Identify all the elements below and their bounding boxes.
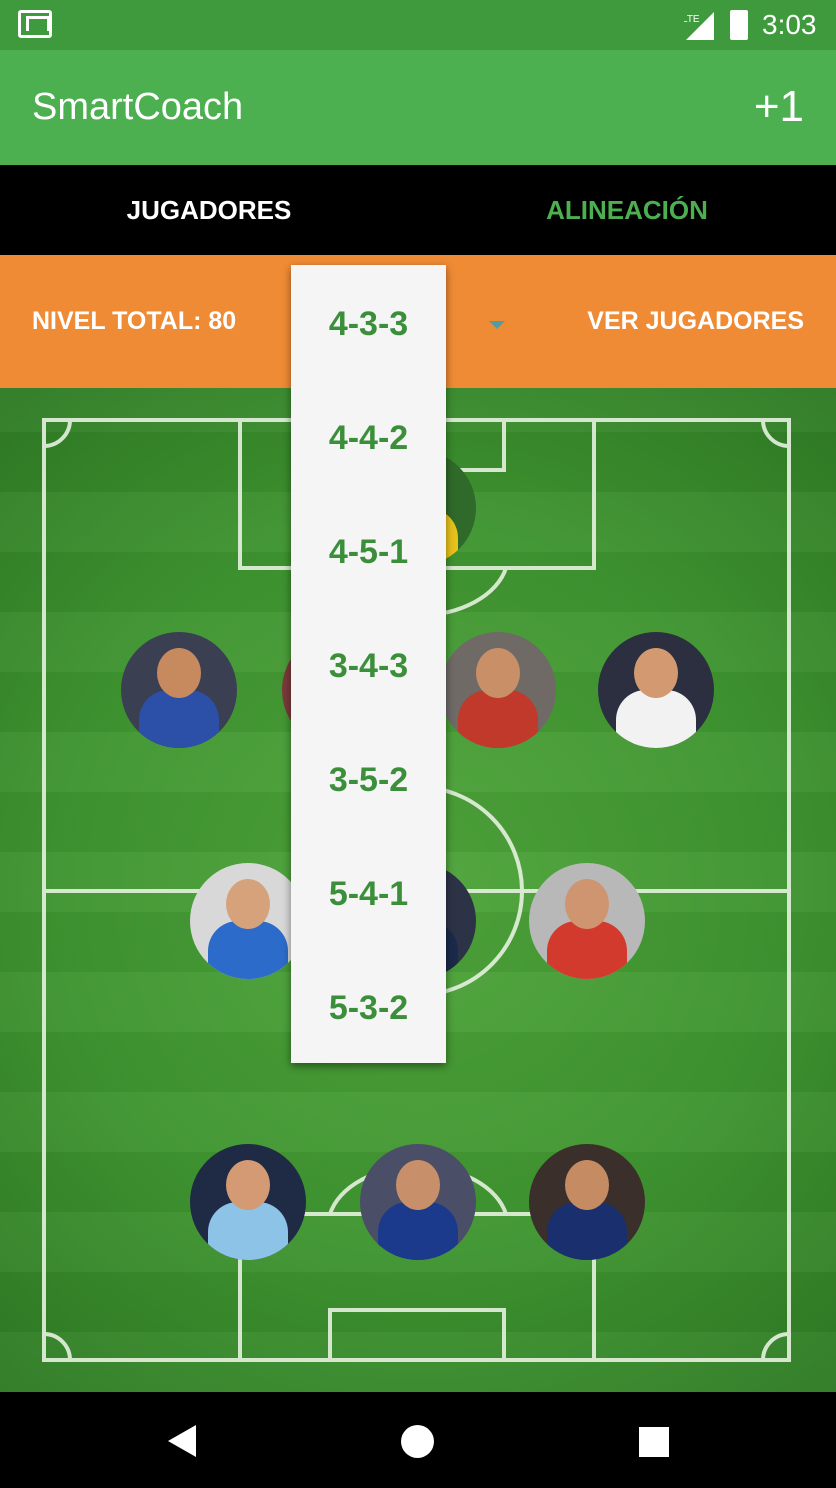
player-defender-1[interactable] (121, 632, 237, 748)
total-level-label: NIVEL TOTAL: 80 (32, 307, 237, 335)
status-bar: LTE 3:03 (0, 0, 836, 50)
face (396, 1160, 440, 1210)
tab-bar: JUGADORES ALINEACIÓN (0, 165, 836, 255)
player-midfielder-3[interactable] (529, 863, 645, 979)
formation-option[interactable]: 4-5-1 (291, 495, 446, 609)
formation-option[interactable]: 4-3-3 (291, 267, 446, 381)
view-players-button[interactable]: VER JUGADORES (587, 307, 804, 336)
face (476, 648, 520, 698)
recent-apps-icon[interactable] (639, 1427, 669, 1457)
jersey (378, 1202, 458, 1260)
jersey (139, 690, 219, 748)
jersey (616, 690, 696, 748)
network-type-label: LTE (684, 14, 700, 25)
home-icon[interactable] (401, 1425, 434, 1458)
dropdown-arrow-icon[interactable] (489, 321, 505, 329)
jersey (547, 921, 627, 979)
app-bar: SmartCoach +1 (0, 50, 836, 165)
signal-icon: LTE (684, 12, 714, 40)
clock: 3:03 (762, 9, 817, 40)
formation-option[interactable]: 3-4-3 (291, 609, 446, 723)
face (157, 648, 201, 698)
tab-alineacion[interactable]: ALINEACIÓN (418, 165, 836, 255)
tab-jugadores[interactable]: JUGADORES (0, 165, 418, 255)
player-forward-1[interactable] (190, 1144, 306, 1260)
face (226, 879, 270, 929)
jersey (208, 921, 288, 979)
jersey (547, 1202, 627, 1260)
formation-option[interactable]: 5-3-2 (291, 951, 446, 1065)
face (634, 648, 678, 698)
face (565, 1160, 609, 1210)
face (565, 879, 609, 929)
formation-option[interactable]: 3-5-2 (291, 723, 446, 837)
jersey (458, 690, 538, 748)
player-defender-4[interactable] (598, 632, 714, 748)
player-forward-3[interactable] (529, 1144, 645, 1260)
player-forward-2[interactable] (360, 1144, 476, 1260)
formation-dropdown[interactable]: 4-3-3 4-4-2 4-5-1 3-4-3 3-5-2 5-4-1 5-3-… (291, 265, 446, 1063)
formation-option[interactable]: 4-4-2 (291, 381, 446, 495)
battery-charging-icon (730, 10, 748, 40)
face (226, 1160, 270, 1210)
player-midfielder-1[interactable] (190, 863, 306, 979)
app-title: SmartCoach (32, 86, 244, 128)
player-defender-3[interactable] (440, 632, 556, 748)
gmail-icon (18, 10, 52, 38)
back-icon[interactable] (168, 1425, 196, 1457)
jersey (208, 1202, 288, 1260)
formation-option[interactable]: 5-4-1 (291, 837, 446, 951)
plus-one-button[interactable]: +1 (754, 82, 804, 132)
